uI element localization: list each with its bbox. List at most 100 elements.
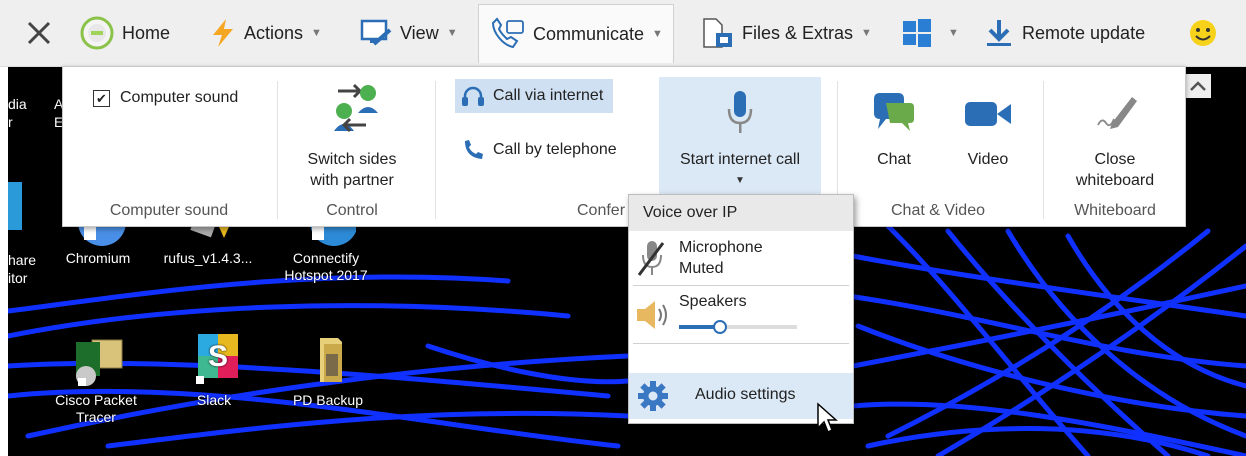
chevron-up-icon	[1190, 81, 1206, 91]
group-divider	[1043, 81, 1044, 219]
group-control: Switch sides with partner Control	[279, 67, 425, 226]
tab-communicate-label: Communicate	[533, 23, 645, 44]
close-whiteboard-label-line2: whiteboard	[1075, 172, 1155, 189]
remote-update-label: Remote update	[1022, 22, 1146, 43]
switch-sides-label-line2: with partner	[310, 172, 394, 189]
remote-update-button[interactable]: Remote update	[984, 10, 1145, 56]
desktop-icon-label: PD Backup	[292, 392, 364, 408]
close-icon	[27, 21, 51, 45]
checkbox-checked-icon: ✔	[93, 89, 110, 107]
home-icon	[80, 16, 114, 50]
speaker-volume-thumb[interactable]	[713, 320, 728, 334]
desktop-icon-label: Connectify	[292, 250, 360, 266]
chevron-down-icon: ▼	[861, 27, 872, 39]
cisco-packet-tracer-icon	[66, 332, 126, 388]
svg-text:S: S	[208, 340, 228, 373]
close-button[interactable]	[26, 10, 52, 56]
start-internet-call-label: Start internet call	[679, 151, 801, 168]
mouse-cursor-icon	[817, 402, 838, 434]
video-camera-icon	[943, 89, 1033, 139]
microphone-icon	[659, 77, 821, 137]
chat-button[interactable]: Chat	[851, 89, 937, 170]
computer-sound-label: Computer sound	[120, 89, 239, 106]
tab-communicate[interactable]: Communicate ▼	[478, 4, 674, 63]
tab-home[interactable]: Home	[80, 10, 170, 56]
call-via-internet-label: Call via internet	[493, 87, 604, 104]
video-button[interactable]: Video	[943, 89, 1033, 170]
chat-label: Chat	[877, 151, 911, 168]
desktop-icon-label: Slack	[196, 392, 232, 408]
collapse-ribbon-button[interactable]	[1185, 74, 1211, 98]
chevron-down-icon: ▼	[311, 27, 322, 39]
menu-divider	[633, 343, 849, 344]
close-whiteboard-label-line1: Close	[1094, 151, 1136, 168]
download-arrow-icon	[984, 18, 1014, 48]
voice-over-ip-dropdown: Voice over IP Microphone Muted Speakers …	[628, 194, 854, 424]
communicate-ribbon: ✔ Computer sound Computer sound Switch s…	[62, 66, 1186, 227]
gear-icon	[637, 380, 669, 417]
group-computer-sound: ✔ Computer sound Computer sound	[63, 67, 275, 226]
group-divider	[277, 81, 278, 219]
windows-menu-button[interactable]: ▼	[902, 10, 959, 56]
slack-icon: S	[184, 332, 244, 388]
feedback-smiley-button[interactable]	[1188, 10, 1218, 56]
desktop-icon-label: itor	[8, 270, 28, 286]
desktop-icon-cisco-packet-tracer[interactable]: Cisco Packet Tracer	[46, 332, 146, 426]
tab-files-extras[interactable]: Files & Extras ▼	[700, 10, 872, 56]
computer-sound-checkbox[interactable]: ✔ Computer sound	[87, 81, 248, 115]
group-divider	[435, 81, 436, 219]
chevron-down-icon: ▼	[735, 175, 745, 186]
chevron-down-icon: ▼	[652, 28, 663, 40]
tab-home-label: Home	[122, 22, 171, 43]
speakers-label: Speakers	[679, 293, 747, 310]
desktop-icon-pd-backup[interactable]: PD Backup	[278, 332, 378, 409]
start-internet-call-button[interactable]: Start internet call ▼	[659, 77, 821, 195]
group-label: Whiteboard	[1074, 202, 1156, 219]
tab-view-label: View	[400, 22, 439, 43]
call-by-telephone-label: Call by telephone	[493, 141, 617, 158]
desktop-icon-label: rufus_v1.4.3...	[163, 250, 253, 266]
tab-view[interactable]: View ▼	[360, 10, 458, 56]
menu-divider	[633, 285, 849, 286]
switch-sides-icon	[279, 81, 425, 137]
speaker-icon	[633, 297, 669, 338]
headset-icon	[461, 85, 485, 107]
microphone-muted-icon	[637, 239, 665, 284]
chat-bubble-icon	[851, 89, 937, 139]
desktop-partial-label: r	[8, 114, 13, 130]
windows-logo-icon	[902, 19, 932, 47]
phone-icon	[461, 138, 485, 162]
group-label: Computer sound	[109, 202, 229, 219]
desktop-partial-label: dia	[8, 96, 27, 112]
speaker-volume-slider[interactable]	[679, 320, 797, 334]
desktop-icon-label: hare	[8, 252, 37, 268]
switch-sides-button[interactable]: Switch sides with partner	[279, 81, 425, 191]
switch-sides-label-line1: Switch sides	[307, 151, 397, 168]
tab-actions[interactable]: Actions ▼	[210, 10, 322, 56]
communicate-icon	[489, 17, 525, 51]
microphone-label: Microphone	[679, 239, 763, 256]
chevron-down-icon: ▼	[948, 27, 959, 39]
file-icon	[700, 17, 734, 49]
top-toolbar: Home Actions ▼ View ▼ Communicate ▼ File…	[0, 0, 1246, 67]
desktop-icon-label: Tracer	[76, 409, 116, 425]
microphone-muted-toggle[interactable]: Microphone Muted	[629, 233, 853, 285]
tab-files-label: Files & Extras	[742, 22, 854, 43]
view-monitor-icon	[360, 18, 392, 48]
folder-icon	[298, 332, 358, 388]
desktop-icon-label: Hotspot 2017	[284, 267, 368, 283]
group-label: Control	[326, 202, 378, 219]
group-label: Chat & Video	[891, 202, 985, 219]
audio-settings-label: Audio settings	[695, 386, 796, 403]
close-whiteboard-button[interactable]: Close whiteboard	[1045, 89, 1185, 191]
call-via-internet-button[interactable]: Call via internet	[455, 79, 614, 113]
call-by-telephone-button[interactable]: Call by telephone	[455, 133, 627, 167]
group-chat-video: Chat Video Chat & Video	[839, 67, 1037, 226]
microphone-status-label: Muted	[679, 260, 724, 277]
desktop-icon-slack[interactable]: S Slack	[164, 332, 264, 409]
speakers-control: Speakers	[629, 289, 853, 341]
dropdown-header: Voice over IP	[629, 195, 853, 231]
desktop-icon-label: Chromium	[65, 250, 131, 266]
smiley-icon	[1190, 20, 1216, 46]
tab-actions-label: Actions	[244, 22, 304, 43]
